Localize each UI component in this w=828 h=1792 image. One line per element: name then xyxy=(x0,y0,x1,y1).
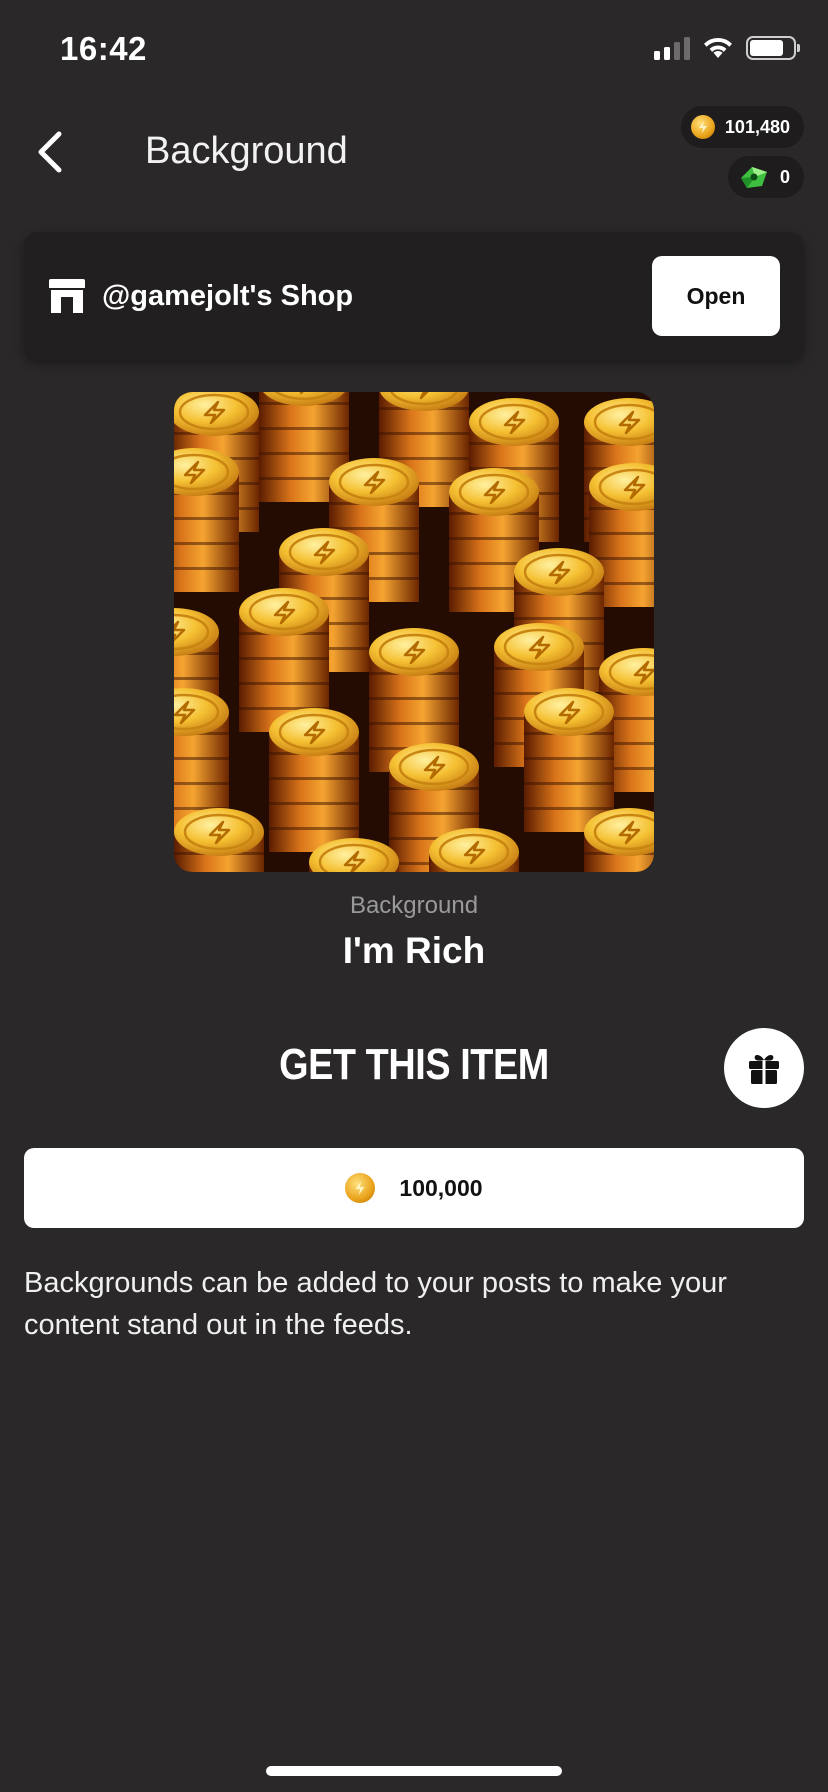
item-type-label: Background xyxy=(349,892,479,919)
item-price: 100,000 xyxy=(399,1174,483,1201)
status-bar: 16:42 xyxy=(0,0,828,100)
home-indicator[interactable] xyxy=(266,1766,562,1776)
item-name: I'm Rich xyxy=(342,930,486,971)
item-preview-image xyxy=(174,392,654,872)
page-title: Background xyxy=(145,130,348,172)
storefront-icon xyxy=(49,279,85,313)
back-button[interactable] xyxy=(22,124,78,180)
item-description: Backgrounds can be added to your posts t… xyxy=(24,1267,727,1341)
coins-balance: 101,480 xyxy=(724,116,790,137)
chevron-left-icon xyxy=(38,131,62,173)
battery-icon xyxy=(746,36,800,60)
gift-button[interactable] xyxy=(724,1028,804,1108)
shop-card: @gamejolt's Shop Open xyxy=(24,232,804,360)
coins-balance-pill[interactable]: 101,480 xyxy=(680,106,804,148)
coin-icon xyxy=(345,1173,376,1203)
status-time: 16:42 xyxy=(60,30,147,67)
gems-balance-pill[interactable]: 0 xyxy=(727,156,804,198)
gift-icon xyxy=(749,1055,779,1084)
buy-with-coins-button[interactable]: 100,000 xyxy=(24,1148,804,1228)
wifi-icon xyxy=(704,37,732,58)
shop-name: @gamejolt's Shop xyxy=(102,280,354,312)
gem-icon xyxy=(740,167,767,188)
get-item-heading: GET THIS ITEM xyxy=(279,1040,549,1089)
cellular-signal-icon xyxy=(654,36,690,60)
status-icons xyxy=(654,36,800,60)
gems-balance: 0 xyxy=(779,166,790,187)
coin-icon xyxy=(690,115,715,139)
open-shop-button[interactable]: Open xyxy=(652,256,780,336)
